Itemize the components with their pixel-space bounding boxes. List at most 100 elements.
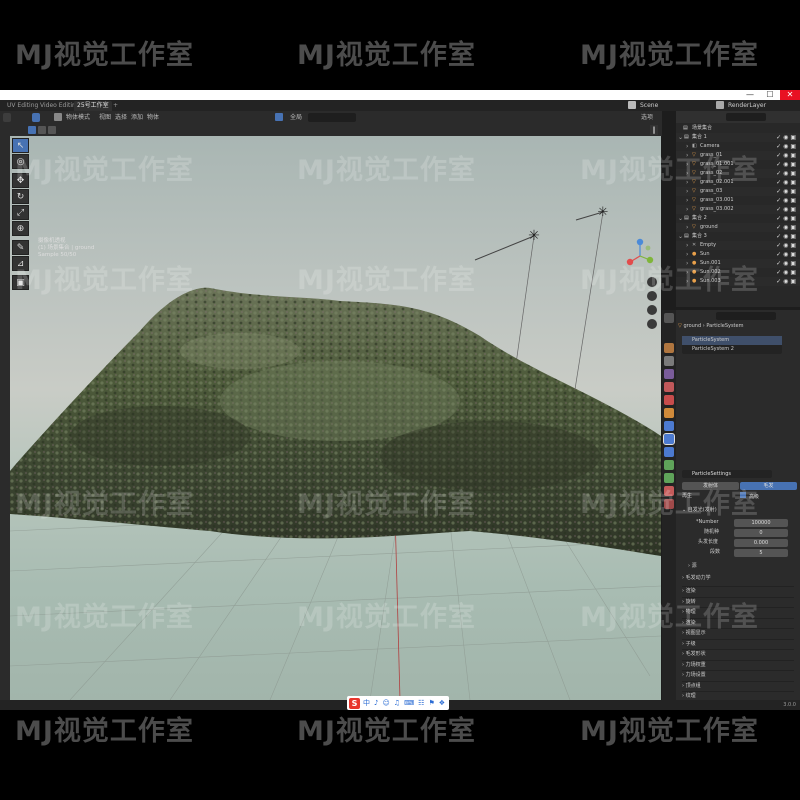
cursor-tool-icon[interactable]: ◎ — [12, 154, 29, 169]
chevron-right-icon[interactable]: › — [686, 196, 688, 205]
particles-tab-icon[interactable] — [663, 433, 675, 445]
render-layer-selector[interactable]: RenderLayer — [728, 100, 766, 111]
output-tab-icon[interactable] — [664, 356, 674, 366]
chevron-right-icon[interactable]: › — [686, 160, 688, 169]
visibility-icon[interactable]: ✓◉▣ — [776, 142, 798, 151]
visibility-icon[interactable]: ✓◉▣ — [776, 133, 798, 142]
emission-panel-header[interactable]: ⌄ 自发光(发射) — [682, 506, 717, 515]
outliner-row[interactable]: › ▽ grass_03.001 ✓◉▣ — [676, 196, 800, 205]
chevron-right-icon[interactable]: › — [686, 142, 688, 151]
move-tool-icon[interactable]: ✥ — [12, 173, 29, 188]
close-button[interactable]: ✕ — [780, 90, 800, 100]
render-tab-icon[interactable] — [664, 343, 674, 353]
panel-header[interactable]: › 力场权重 — [682, 659, 794, 669]
editor-type-icon[interactable] — [3, 113, 11, 122]
outliner-row[interactable]: › ▽ grass_01 ✓◉▣ — [676, 151, 800, 160]
chevron-right-icon[interactable]: › — [686, 268, 688, 277]
type-emitter-button[interactable]: 发射体 — [682, 482, 739, 490]
physics-tab-icon[interactable] — [664, 447, 674, 457]
chevron-right-icon[interactable]: › — [686, 277, 688, 286]
outliner-row[interactable]: › ▽ grass_03 ✓◉▣ — [676, 187, 800, 196]
chevron-right-icon[interactable]: › — [686, 151, 688, 160]
outliner-row[interactable]: › ▽ grass_03.002 ✓◉▣ — [676, 205, 800, 214]
ime-keyboard-icon[interactable]: ⌨ — [404, 699, 414, 707]
outliner-row[interactable]: ⌄ ▤ 集合 2 ✓◉▣ — [676, 214, 800, 223]
menu-select[interactable]: 选择 — [115, 111, 127, 124]
outliner-row[interactable]: › ◧ Camera ✓◉▣ — [676, 142, 800, 151]
data-tab-icon[interactable] — [664, 473, 674, 483]
visibility-icon[interactable]: ✓◉▣ — [776, 160, 798, 169]
menu-view[interactable]: 视图 — [99, 111, 111, 124]
select-box-icon[interactable] — [32, 113, 40, 122]
list-item[interactable]: ParticleSystem 2 — [682, 345, 782, 354]
outliner-row[interactable]: › ● Sun.002 ✓◉▣ — [676, 268, 800, 277]
ime-skin-icon[interactable]: ⚑ — [428, 699, 434, 707]
panel-header[interactable]: › 毛发形状 — [682, 649, 794, 658]
world-tab-icon[interactable] — [664, 395, 674, 405]
annotate-tool-icon[interactable]: ✎ — [12, 240, 29, 255]
mode-selector[interactable]: 物体模式 — [66, 111, 90, 124]
tab-uv-editing[interactable]: UV Editing — [4, 101, 41, 111]
visibility-icon[interactable]: ✓◉▣ — [776, 196, 798, 205]
outliner-row[interactable]: › ✕ Empty ✓◉▣ — [676, 241, 800, 250]
panel-header[interactable]: › 渲染 — [682, 586, 794, 595]
visibility-icon[interactable]: ✓◉▣ — [776, 178, 798, 187]
constraints-tab-icon[interactable] — [664, 460, 674, 470]
advanced-checkbox[interactable]: 高级 — [740, 492, 759, 501]
texture-tab-icon[interactable] — [664, 499, 674, 509]
visibility-icon[interactable]: ✓◉▣ — [776, 214, 798, 223]
ime-menu-icon[interactable]: ❖ — [439, 699, 445, 707]
visibility-icon[interactable]: ✓◉▣ — [776, 277, 798, 286]
pause-render-icon[interactable]: ‖ — [650, 125, 658, 135]
3d-viewport[interactable]: ✳ ✳ — [10, 136, 661, 700]
ime-chinese-mode[interactable]: 中 — [363, 698, 370, 708]
add-workspace-button[interactable]: + — [110, 101, 121, 111]
outliner-row[interactable]: ⌄ ▤ 集合 3 ✓◉▣ — [676, 232, 800, 241]
tab-workspace-25[interactable]: 25号工作室 — [74, 101, 112, 111]
menu-object[interactable]: 物体 — [147, 111, 159, 124]
orientation-selector[interactable]: 全局 — [290, 111, 302, 124]
view-layer-tab-icon[interactable] — [664, 369, 674, 379]
visibility-icon[interactable]: ✓◉▣ — [776, 232, 798, 241]
chevron-down-icon[interactable]: ⌄ — [678, 232, 683, 241]
panel-header[interactable]: › 旋转 — [682, 596, 794, 606]
visibility-icon[interactable]: ✓◉▣ — [776, 241, 798, 250]
scene-selector[interactable]: Scene — [640, 100, 658, 111]
tool-tab-icon[interactable] — [664, 313, 674, 323]
chevron-down-icon[interactable]: ⌄ — [678, 214, 683, 223]
panel-header[interactable]: › 顶点组 — [682, 680, 794, 690]
visibility-icon[interactable]: ✓◉▣ — [776, 169, 798, 178]
select-tool-icon[interactable]: ↖ — [12, 138, 29, 153]
particle-settings-selector[interactable]: ParticleSettings — [682, 470, 772, 478]
segments-field[interactable]: 5 — [734, 549, 788, 557]
list-item[interactable]: ParticleSystem — [682, 336, 782, 345]
chevron-down-icon[interactable]: ⌄ — [678, 133, 683, 142]
seed-field[interactable]: 0 — [734, 529, 788, 537]
chevron-right-icon[interactable]: › — [686, 259, 688, 268]
panel-header[interactable]: › 子级 — [682, 638, 794, 648]
chevron-right-icon[interactable]: › — [686, 205, 688, 214]
chevron-right-icon[interactable]: › — [686, 169, 688, 178]
rotate-tool-icon[interactable]: ↻ — [12, 189, 29, 204]
transform-tool-icon[interactable]: ⊕ — [12, 221, 29, 236]
visibility-icon[interactable]: ✓◉▣ — [776, 151, 798, 160]
chevron-right-icon[interactable]: › — [686, 187, 688, 196]
chevron-right-icon[interactable]: › — [686, 223, 688, 232]
outliner-scene-collection[interactable]: ▤ 场景集合 — [676, 124, 800, 133]
menu-add[interactable]: 添加 — [131, 111, 143, 124]
search-input[interactable] — [308, 113, 356, 122]
modifier-tab-icon[interactable] — [664, 421, 674, 431]
outliner-row[interactable]: › ● Sun.001 ✓◉▣ — [676, 259, 800, 268]
hair-dynamics-panel[interactable]: › 毛发动力学 — [682, 574, 711, 583]
outliner-row[interactable]: › ● Sun ✓◉▣ — [676, 250, 800, 259]
properties-search-input[interactable] — [716, 312, 776, 320]
outliner-row[interactable]: ⌄ ▤ 集合 1 ✓◉▣ — [676, 133, 800, 142]
snap-icon[interactable] — [28, 126, 36, 134]
outliner-row[interactable]: › ▽ grass_01.001 ✓◉▣ — [676, 160, 800, 169]
material-tab-icon[interactable] — [664, 486, 674, 496]
options-menu[interactable]: 选项 — [641, 111, 653, 124]
visibility-icon[interactable]: ✓◉▣ — [776, 187, 798, 196]
chevron-right-icon[interactable]: › — [686, 241, 688, 250]
ime-voice-icon[interactable]: ♫ — [394, 699, 400, 707]
type-hair-button[interactable]: 毛发 — [740, 482, 797, 490]
